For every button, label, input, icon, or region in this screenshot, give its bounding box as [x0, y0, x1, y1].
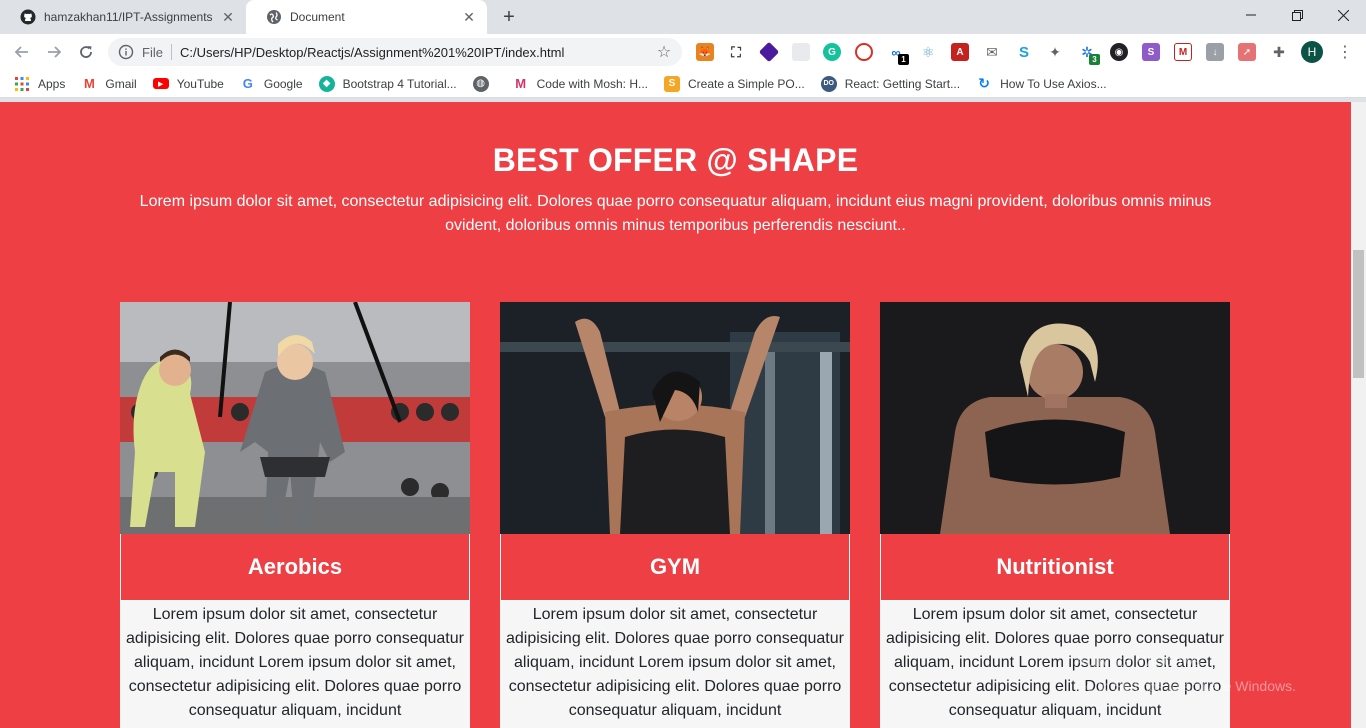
mail-icon[interactable]: ✉: [983, 43, 1001, 61]
gym-photo: [500, 302, 850, 534]
download-extension-icon[interactable]: ↓: [1206, 43, 1224, 61]
hero-title: BEST OFFER @ SHAPE: [492, 142, 859, 178]
bookmark-star-icon[interactable]: ☆: [654, 42, 674, 62]
watermark-line-2: Go to Settings to activate Windows.: [1075, 678, 1296, 694]
minimize-icon[interactable]: [1228, 0, 1274, 30]
back-arrow-icon[interactable]: [10, 40, 34, 64]
diamond-extension-icon[interactable]: [758, 41, 780, 63]
bookmark-youtube[interactable]: ▶ YouTube: [152, 76, 224, 91]
scheme-label: File: [142, 44, 163, 60]
offer-card-aerobics: Aerobics Lorem ipsum dolor sit amet, con…: [120, 302, 470, 728]
bookmark-axios[interactable]: ↻ How To Use Axios...: [976, 75, 1107, 92]
tab-github[interactable]: hamzakhan11/IPT-Assignments ✕: [0, 0, 246, 34]
profile-avatar[interactable]: H: [1301, 41, 1323, 63]
bookmark-label: Create a Simple PO...: [688, 76, 805, 91]
github-icon: [20, 9, 36, 25]
globe-icon: [266, 9, 282, 25]
target-extension-icon[interactable]: ◉: [1110, 43, 1128, 61]
pokeball-icon[interactable]: [855, 43, 873, 61]
stackabuse-icon: S: [664, 75, 680, 92]
extensions-puzzle-icon[interactable]: ✚: [1270, 43, 1288, 61]
card-description: Lorem ipsum dolor sit amet, consectetur …: [500, 601, 850, 728]
metamask-fox-icon[interactable]: 🦊: [696, 43, 714, 61]
address-divider: [170, 44, 172, 60]
tab-strip: hamzakhan11/IPT-Assignments ✕ Document ✕…: [0, 0, 1366, 34]
bookmark-label: React: Getting Start...: [844, 76, 961, 91]
digitalocean-swirl-icon: ↻: [978, 75, 990, 91]
windows-activation-watermark: Activate Windows Go to Settings to activ…: [1075, 650, 1296, 698]
s-purple-extension-icon[interactable]: S: [1142, 43, 1160, 61]
watermark-line-1: Activate Windows: [1075, 653, 1202, 670]
close-icon[interactable]: ✕: [461, 9, 477, 25]
aerobics-photo: [120, 302, 470, 534]
card-description: Lorem ipsum dolor sit amet, consectetur …: [120, 601, 470, 728]
puzzle-extension-icon[interactable]: ✦: [1046, 43, 1064, 61]
bookmark-google[interactable]: G Google: [240, 76, 303, 92]
nutritionist-photo: [880, 302, 1230, 534]
gmail-icon: M: [83, 76, 95, 91]
link-extension-icon[interactable]: ∞ 1: [887, 43, 909, 65]
close-icon[interactable]: ✕: [220, 9, 236, 25]
tab-title: hamzakhan11/IPT-Assignments: [44, 10, 213, 24]
tab-document[interactable]: Document ✕: [246, 0, 487, 34]
url-text[interactable]: C:/Users/HP/Desktop/Reactjs/Assignment%2…: [180, 45, 654, 60]
bookmark-label: How To Use Axios...: [1000, 76, 1107, 91]
bookmark-stackabuse[interactable]: S Create a Simple PO...: [664, 75, 805, 92]
network-extension-icon[interactable]: ✲ 3: [1078, 43, 1100, 65]
offer-card-gym: GYM Lorem ipsum dolor sit amet, consecte…: [500, 302, 850, 728]
hero-description: Lorem ipsum dolor sit amet, consectetur …: [139, 193, 1212, 234]
bookmark-apps[interactable]: Apps: [14, 76, 65, 92]
bookmark-label: Code with Mosh: H...: [536, 76, 648, 91]
globe-icon: ◍: [472, 75, 489, 92]
info-icon[interactable]: [118, 44, 134, 60]
bookmark-gmail[interactable]: M Gmail: [81, 76, 137, 92]
address-bar[interactable]: File C:/Users/HP/Desktop/Reactjs/Assignm…: [108, 38, 682, 66]
gmail-extension-icon[interactable]: M: [1174, 43, 1192, 61]
mosh-icon: M: [515, 76, 527, 91]
page-viewport: BEST OFFER @ SHAPE Lorem ipsum dolor sit…: [0, 102, 1351, 728]
blank-extension-icon[interactable]: [792, 43, 810, 61]
rocket-extension-icon[interactable]: ➚: [1238, 43, 1256, 61]
apps-grid-icon: [14, 76, 30, 92]
bookmark-label: Gmail: [105, 76, 137, 91]
card-title: Aerobics: [120, 534, 470, 601]
browser-toolbar: File C:/Users/HP/Desktop/Reactjs/Assignm…: [0, 34, 1366, 70]
tab-title: Document: [290, 10, 345, 24]
bookmark-bootstrap[interactable]: ◆ Bootstrap 4 Tutorial...: [318, 75, 457, 92]
card-title: Nutritionist: [880, 534, 1230, 601]
scrollbar-thumb[interactable]: [1353, 250, 1364, 378]
card-title: GYM: [500, 534, 850, 601]
grammarly-icon[interactable]: G: [823, 43, 841, 61]
bookmark-label: Apps: [38, 76, 66, 91]
bookmark-react-getting-started[interactable]: DO React: Getting Start...: [820, 75, 961, 92]
bookmark-label: Google: [263, 76, 303, 91]
vertical-scrollbar[interactable]: [1351, 102, 1366, 728]
bookmark-globe[interactable]: ◍: [472, 75, 497, 92]
extension-badge: 1: [898, 54, 909, 65]
new-tab-plus-icon[interactable]: +: [498, 6, 520, 28]
pdf-extension-icon[interactable]: A: [951, 43, 969, 61]
menu-kebab-icon[interactable]: ⋮: [1336, 42, 1354, 62]
bookmark-mosh[interactable]: M Code with Mosh: H...: [513, 76, 648, 92]
restore-icon[interactable]: [1274, 0, 1320, 30]
react-devtools-icon[interactable]: ⚛: [919, 43, 937, 61]
digitalocean-icon: DO: [820, 75, 837, 92]
reload-icon[interactable]: [74, 40, 98, 64]
google-icon: G: [242, 76, 253, 91]
youtube-icon: ▶: [152, 78, 169, 89]
extension-badge: 3: [1089, 54, 1100, 65]
bootstrap-icon: ◆: [318, 75, 335, 92]
bookmark-label: YouTube: [176, 76, 224, 91]
bookmark-label: Bootstrap 4 Tutorial...: [342, 76, 457, 91]
forward-arrow-icon[interactable]: [42, 40, 66, 64]
bookmarks-bar: Apps M Gmail ▶ YouTube G Google ◆ Bootst…: [0, 70, 1366, 98]
screenshot-icon[interactable]: ⛶: [727, 43, 745, 61]
s-extension-icon[interactable]: S: [1015, 43, 1033, 61]
close-window-icon[interactable]: [1320, 0, 1366, 30]
